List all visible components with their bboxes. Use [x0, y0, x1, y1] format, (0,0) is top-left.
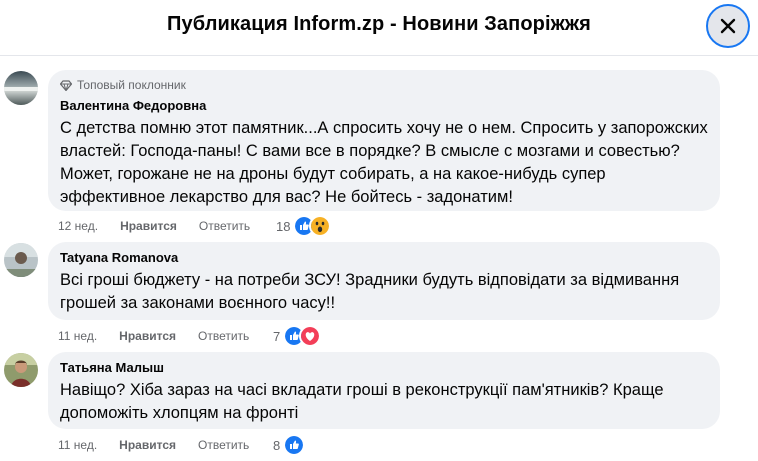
comment-author[interactable]: Tatyana Romanova	[60, 250, 708, 265]
comment-timestamp[interactable]: 12 нед.	[58, 219, 98, 233]
comment-bubble: Tatyana Romanova Всі гроші бюджету - на …	[48, 242, 720, 320]
dialog-title: Публикация Inform.zp - Новини Запоріжжя	[167, 13, 591, 35]
like-button[interactable]: Нравится	[119, 329, 176, 343]
like-button[interactable]: Нравится	[120, 219, 177, 233]
comment-author[interactable]: Валентина Федоровна	[60, 98, 708, 113]
reaction-count: 18	[276, 218, 291, 234]
comment-text: Навіщо? Хіба зараз на часі вкладати грош…	[60, 381, 664, 422]
reactions-summary[interactable]: 7	[273, 325, 322, 347]
reactions-summary[interactable]: 18	[276, 215, 332, 237]
comment-bubble: Топовый поклонник Валентина Федоровна С …	[48, 70, 720, 211]
comment-text: С детства помню этот памятник...А спроси…	[60, 119, 708, 206]
comment-timestamp[interactable]: 11 нед.	[58, 438, 97, 452]
avatar[interactable]	[4, 71, 38, 105]
comment-actions: 11 нед. Нравится Ответить	[58, 438, 249, 452]
comment-bubble: Татьяна Малыш Навіщо? Хіба зараз на часі…	[48, 352, 720, 429]
avatar[interactable]	[4, 243, 38, 277]
top-fan-badge: Топовый поклонник	[60, 78, 708, 92]
close-icon	[720, 18, 736, 34]
reply-button[interactable]: Ответить	[199, 219, 250, 233]
comment-author[interactable]: Татьяна Малыш	[60, 360, 708, 375]
diamond-icon	[60, 79, 72, 91]
comment-actions: 11 нед. Нравится Ответить	[58, 329, 249, 343]
reactions-summary[interactable]: 8	[273, 434, 306, 456]
reply-button[interactable]: Ответить	[198, 438, 249, 452]
badge-label: Топовый поклонник	[77, 78, 186, 92]
avatar[interactable]	[4, 353, 38, 387]
wow-icon	[309, 215, 332, 237]
close-button[interactable]	[706, 4, 750, 48]
comment-timestamp[interactable]: 11 нед.	[58, 329, 97, 343]
comment-text: Всі гроші бюджету - на потреби ЗСУ! Зрад…	[60, 271, 680, 312]
reaction-count: 7	[273, 328, 281, 344]
like-icon	[283, 434, 306, 456]
love-icon	[299, 325, 322, 347]
like-button[interactable]: Нравится	[119, 438, 176, 452]
reaction-count: 8	[273, 437, 281, 453]
comment-actions: 12 нед. Нравится Ответить	[58, 219, 250, 233]
dialog-header: Публикация Inform.zp - Новини Запоріжжя	[0, 0, 758, 56]
reply-button[interactable]: Ответить	[198, 329, 249, 343]
